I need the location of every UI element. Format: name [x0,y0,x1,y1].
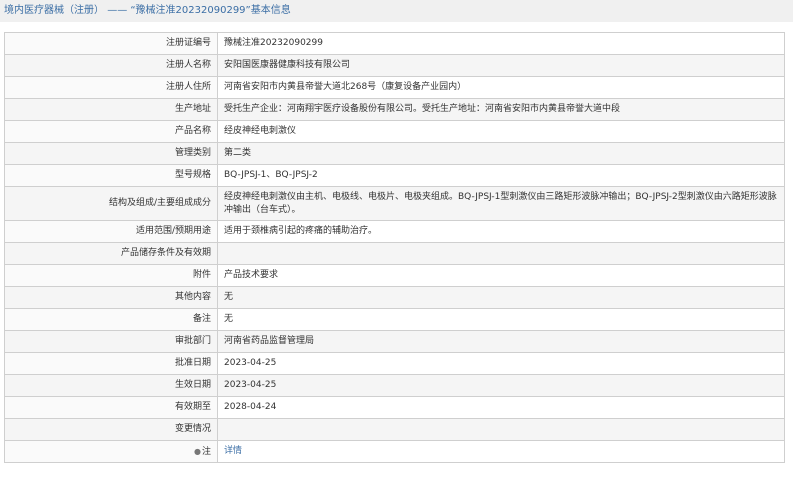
table-row: 生产地址 受托生产企业：河南翔宇医疗设备股份有限公司。受托生产地址：河南省安阳市内… [4,98,785,121]
table-row: 生效日期 2023-04-25 [4,374,785,397]
row-label: 附件 [4,264,218,287]
row-value: BQ-JPSJ-1、BQ-JPSJ-2 [217,164,785,187]
info-table: 注册证编号 豫械注准20232090299 注册人名称 安阳国医康器健康科技有限公司… [4,32,785,463]
row-value: 豫械注准20232090299 [217,32,785,55]
row-label: 注册证编号 [4,32,218,55]
row-value: 经皮神经电刺激仪由主机、电极线、电极片、电极夹组成。BQ-JPSJ-1型刺激仪由… [217,186,785,221]
table-row: 型号规格 BQ-JPSJ-1、BQ-JPSJ-2 [4,164,785,187]
row-value: 河南省安阳市内黄县帝誉大道北268号（康复设备产业园内） [217,76,785,99]
row-value: 无 [217,286,785,309]
table-row: 注册人住所 河南省安阳市内黄县帝誉大道北268号（康复设备产业园内） [4,76,785,99]
row-label: 有效期至 [4,396,218,419]
row-label: 管理类别 [4,142,218,165]
table-row: 注册人名称 安阳国医康器健康科技有限公司 [4,54,785,77]
row-value: 安阳国医康器健康科技有限公司 [217,54,785,77]
row-label: 结构及组成/主要组成成分 [4,186,218,221]
row-value: 适用于颈椎病引起的疼痛的辅助治疗。 [217,220,785,243]
table-row: 管理类别 第二类 [4,142,785,165]
row-label: 适用范围/预期用途 [4,220,218,243]
row-value: 产品技术要求 [217,264,785,287]
row-label: 其他内容 [4,286,218,309]
row-value: 经皮神经电刺激仪 [217,120,785,143]
table-row-note: ●注 详情 [4,440,785,463]
row-value: 2028-04-24 [217,396,785,419]
row-label: 备注 [4,308,218,331]
note-value-cell: 详情 [217,440,785,463]
row-label: 生效日期 [4,374,218,397]
row-label: 注册人住所 [4,76,218,99]
breadcrumb-separator: —— [107,5,128,16]
row-value: 受托生产企业：河南翔宇医疗设备股份有限公司。受托生产地址：河南省安阳市内黄县帝誉… [217,98,785,121]
details-link[interactable]: 详情 [224,446,242,456]
row-label: 生产地址 [4,98,218,121]
row-value: 2023-04-25 [217,352,785,375]
table-row: 产品储存条件及有效期 [4,242,785,265]
row-label: 审批部门 [4,330,218,353]
table-row: 审批部门 河南省药品监督管理局 [4,330,785,353]
pin-icon: ● [194,446,201,456]
row-label: 批准日期 [4,352,218,375]
table-row: 备注无 [4,308,785,331]
table-row: 结构及组成/主要组成成分 经皮神经电刺激仪由主机、电极线、电极片、电极夹组成。BQ… [4,186,785,221]
page-title: “豫械注准20232090299”基本信息 [130,5,291,16]
row-value: 2023-04-25 [217,374,785,397]
row-label: 产品名称 [4,120,218,143]
row-value: 第二类 [217,142,785,165]
row-label: 注册人名称 [4,54,218,77]
page-header: 境内医疗器械（注册） —— “豫械注准20232090299”基本信息 [0,0,793,22]
row-value [217,242,785,265]
table-row: 附件 产品技术要求 [4,264,785,287]
breadcrumb-category[interactable]: 境内医疗器械（注册） [4,0,104,22]
table-row: 其他内容无 [4,286,785,309]
table-row: 注册证编号 豫械注准20232090299 [4,32,785,55]
table-row: 变更情况 [4,418,785,441]
table-row: 适用范围/预期用途 适用于颈椎病引起的疼痛的辅助治疗。 [4,220,785,243]
table-row: 有效期至 2028-04-24 [4,396,785,419]
note-label: 注 [201,446,211,457]
row-label: 变更情况 [4,418,218,441]
row-value [217,418,785,441]
table-row: 批准日期 2023-04-25 [4,352,785,375]
row-label: 型号规格 [4,164,218,187]
row-label: 产品储存条件及有效期 [4,242,218,265]
row-value: 无 [217,308,785,331]
row-value: 河南省药品监督管理局 [217,330,785,353]
table-row: 产品名称 经皮神经电刺激仪 [4,120,785,143]
note-label-cell: ●注 [4,440,218,463]
